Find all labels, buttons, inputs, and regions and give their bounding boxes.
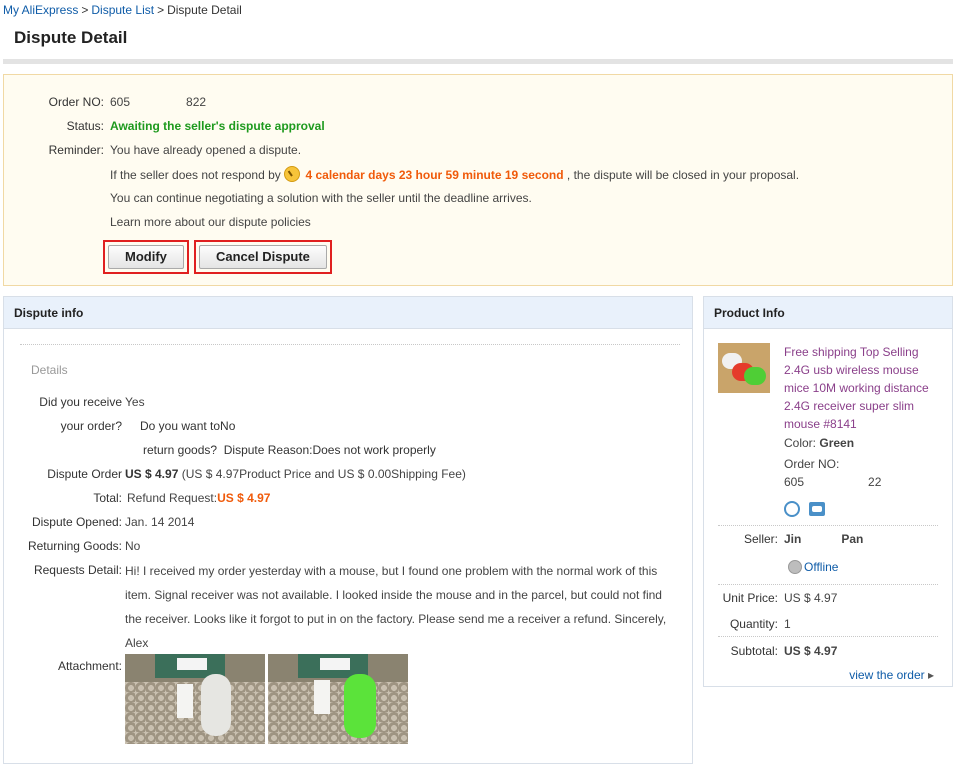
color-row: Color: Green bbox=[784, 436, 854, 450]
seller-label: Seller: bbox=[743, 532, 778, 546]
battery-card-shape bbox=[177, 684, 193, 718]
return-value: No bbox=[220, 419, 236, 433]
alarm-icon[interactable] bbox=[784, 501, 800, 517]
message-icon[interactable] bbox=[809, 502, 825, 516]
requests-detail-label: Requests Detail: bbox=[33, 563, 122, 577]
order-total-breakdown: (US $ 4.97Product Price and US $ 0.00Shi… bbox=[181, 467, 466, 481]
dispute-reason-label: Dispute Reason: bbox=[223, 443, 313, 457]
product-info-panel: Product Info Free shipping Top Selling 2… bbox=[703, 296, 953, 687]
seller-name: Jin Pan bbox=[784, 532, 863, 546]
unit-price-value: US $ 4.97 bbox=[784, 591, 838, 605]
product-order-no-link[interactable]: 605 22 bbox=[784, 475, 881, 489]
battery-card-shape bbox=[314, 680, 330, 714]
dispute-info-header: Dispute info bbox=[4, 297, 692, 329]
subtotal-label: Subtotal: bbox=[730, 644, 778, 658]
offline-icon bbox=[788, 560, 802, 574]
view-order-text: view the order bbox=[849, 668, 925, 682]
reminder-label: Reminder: bbox=[48, 143, 104, 157]
received-label-1: Did you receive bbox=[39, 395, 122, 409]
dispute-status-box: Order NO: 605 822 Status: Awaiting the se… bbox=[3, 74, 953, 286]
refund-request-row: Refund Request:US $ 4.97 bbox=[127, 491, 270, 505]
order-total-label-1: Dispute Order bbox=[47, 467, 122, 481]
product-info-header: Product Info bbox=[704, 297, 952, 329]
returning-goods-value: No bbox=[125, 539, 141, 553]
received-value: Yes bbox=[125, 395, 145, 409]
breadcrumb-my-aliexpress[interactable]: My AliExpress bbox=[3, 3, 78, 17]
reminder-line-2-post: , the dispute will be closed in your pro… bbox=[566, 168, 800, 182]
breadcrumb-separator: > bbox=[157, 3, 165, 17]
color-label: Color: bbox=[784, 436, 817, 450]
page-title: Dispute Detail bbox=[14, 28, 128, 47]
cancel-dispute-button-highlight: Cancel Dispute bbox=[194, 240, 332, 274]
divider bbox=[718, 636, 938, 637]
returning-goods-label: Returning Goods: bbox=[27, 539, 122, 553]
return-label-2: return goods? bbox=[143, 443, 218, 457]
dispute-policy-link[interactable]: Learn more about our dispute policies bbox=[110, 215, 311, 229]
dispute-reason-value: Does not work properly bbox=[312, 443, 436, 457]
order-no-part1: 605 bbox=[110, 95, 131, 109]
seller-status[interactable]: Offline bbox=[788, 560, 838, 574]
return-reason-row: return goods? Dispute Reason:Does not wo… bbox=[143, 443, 436, 457]
quantity-value: 1 bbox=[784, 617, 791, 631]
requests-detail-text: Hi! I received my order yesterday with a… bbox=[125, 564, 667, 650]
arrow-right-icon: ▸ bbox=[927, 668, 934, 682]
order-no-label: Order NO: bbox=[48, 95, 104, 109]
status-label: Status: bbox=[66, 119, 104, 133]
order-total-row: US $ 4.97 (US $ 4.97Product Price and US… bbox=[125, 467, 466, 481]
breadcrumb-dispute-list[interactable]: Dispute List bbox=[91, 3, 154, 17]
order-no-part2: 822 bbox=[186, 95, 207, 109]
attachment-image-2[interactable] bbox=[268, 654, 408, 744]
refund-request-value: US $ 4.97 bbox=[217, 491, 271, 505]
received-label-2: your order? bbox=[60, 419, 122, 433]
return-goods-row: Do you want toNo bbox=[140, 419, 235, 433]
modify-button-highlight: Modify bbox=[103, 240, 189, 274]
dispute-opened-label: Dispute Opened: bbox=[31, 515, 122, 529]
divider bbox=[718, 584, 938, 585]
divider bbox=[20, 344, 680, 345]
product-thumbnail[interactable] bbox=[718, 343, 770, 393]
product-title-link[interactable]: Free shipping Top Selling 2.4G usb wirel… bbox=[784, 343, 944, 433]
attachment-label: Attachment: bbox=[57, 659, 122, 673]
order-total-label-2: Total: bbox=[93, 491, 122, 505]
dispute-info-panel: Dispute info Details Did you receive Yes… bbox=[3, 296, 693, 764]
breadcrumb: My AliExpress > Dispute List > Dispute Detai… bbox=[3, 3, 242, 17]
green-mouse-shape bbox=[344, 674, 376, 738]
attachment-image-1[interactable] bbox=[125, 654, 265, 744]
seller-status-link[interactable]: Offline bbox=[804, 560, 838, 574]
bubble-wrap-shape bbox=[125, 682, 265, 744]
reminder-line-2-pre: If the seller does not respond by bbox=[110, 168, 281, 182]
product-order-no-part1: 605 bbox=[784, 475, 805, 489]
countdown-timer: 4 calendar days 23 hour 59 minute 19 sec… bbox=[305, 168, 564, 182]
refund-request-label: Refund Request: bbox=[127, 491, 218, 505]
quantity-label: Quantity: bbox=[729, 617, 778, 631]
product-order-no-label: Order NO: bbox=[784, 457, 840, 471]
seller-last-name: Pan bbox=[841, 532, 864, 546]
reminder-line-2: If the seller does not respond by 4 cale… bbox=[110, 166, 799, 182]
green-mouse-shape bbox=[744, 367, 766, 385]
order-no-value: 605 822 bbox=[110, 95, 206, 109]
breadcrumb-separator: > bbox=[81, 3, 89, 17]
return-label-1: Do you want to bbox=[140, 419, 221, 433]
title-divider bbox=[3, 59, 953, 64]
bubble-wrap-shape bbox=[268, 682, 408, 744]
divider bbox=[718, 525, 938, 526]
clock-icon bbox=[284, 166, 301, 182]
white-mouse-shape bbox=[201, 674, 231, 736]
dispute-opened-value: Jan. 14 2014 bbox=[125, 515, 195, 529]
reminder-line-3: You can continue negotiating a solution … bbox=[110, 191, 532, 205]
order-total-value: US $ 4.97 bbox=[125, 467, 179, 481]
color-value: Green bbox=[819, 436, 855, 450]
details-label: Details bbox=[31, 363, 68, 377]
modify-button[interactable]: Modify bbox=[108, 245, 184, 269]
view-order-link[interactable]: view the order ▸ bbox=[849, 668, 934, 682]
seller-first-name: Jin bbox=[784, 532, 802, 546]
reminder-line-1: You have already opened a dispute. bbox=[110, 143, 302, 157]
breadcrumb-current: Dispute Detail bbox=[167, 3, 242, 17]
unit-price-label: Unit Price: bbox=[722, 591, 778, 605]
product-order-no-part2: 22 bbox=[868, 475, 882, 489]
cancel-dispute-button[interactable]: Cancel Dispute bbox=[199, 245, 327, 269]
subtotal-value: US $ 4.97 bbox=[784, 644, 838, 658]
status-value: Awaiting the seller's dispute approval bbox=[110, 119, 325, 133]
